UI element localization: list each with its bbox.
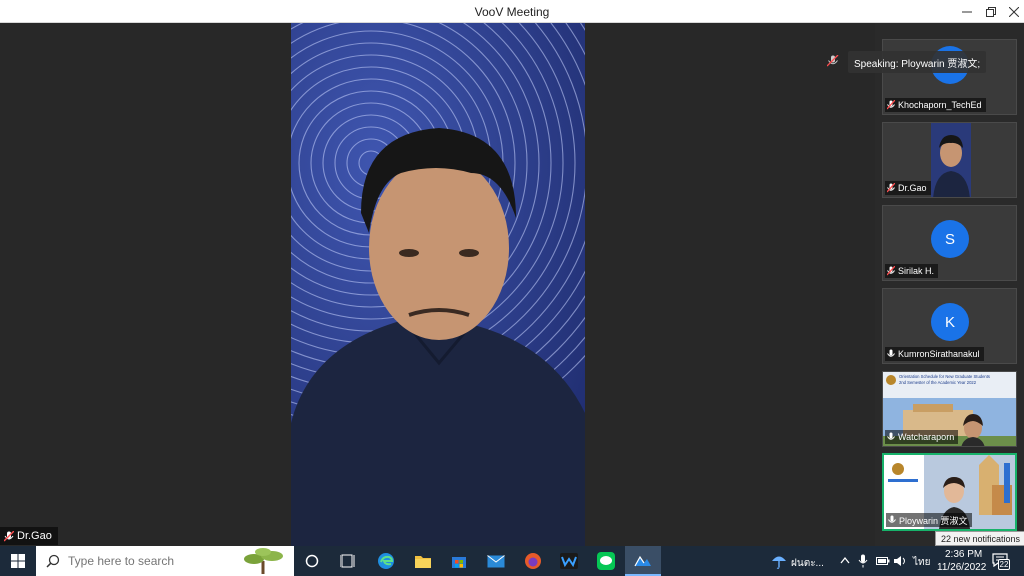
firefox-icon xyxy=(525,553,541,569)
speaker-name-label: Dr.Gao xyxy=(17,530,52,542)
participant-name-tag: KumronSirathanakul xyxy=(885,347,984,361)
mic-icon xyxy=(888,515,896,523)
university-logo xyxy=(886,375,896,385)
participant-name-tag: Sirilak H. xyxy=(885,264,939,278)
participant-tile[interactable]: Dr.Gao xyxy=(882,122,1017,198)
taskbar-search[interactable] xyxy=(36,546,294,576)
participant-avatar: K xyxy=(931,303,969,341)
task-view-button[interactable] xyxy=(330,546,366,576)
close-icon xyxy=(1009,6,1019,17)
participant-name-tag: Ploywarin 贾淑文 xyxy=(886,513,972,527)
line-app[interactable] xyxy=(588,546,624,576)
participant-name: Watcharaporn xyxy=(898,432,955,442)
word-icon xyxy=(560,553,578,569)
start-button[interactable] xyxy=(0,546,36,576)
mic-muted-icon xyxy=(887,183,895,193)
title-bar: VooV Meeting xyxy=(0,0,1024,23)
participant-tile[interactable]: S Sirilak H. xyxy=(882,205,1017,281)
participant-name: Sirilak H. xyxy=(898,266,935,276)
speaking-mic-icon xyxy=(827,55,839,67)
taskbar: ฝนตะ... ไทย 2:36 PM 11/26/2022 22 xyxy=(0,546,1024,576)
cortana-icon xyxy=(305,554,319,568)
notification-tooltip: 22 new notifications xyxy=(935,531,1024,546)
edge-app[interactable] xyxy=(368,546,404,576)
notification-count-badge: 22 xyxy=(998,559,1010,570)
restore-icon xyxy=(986,6,996,17)
close-button[interactable] xyxy=(1002,0,1024,23)
slide-subtitle: 2nd Semester of the Academic Year 2022 xyxy=(899,380,977,385)
chevron-up-icon[interactable] xyxy=(840,556,850,564)
weather-text[interactable]: ฝนตะ... xyxy=(791,556,824,571)
edge-icon xyxy=(378,553,394,569)
microphone-icon[interactable] xyxy=(858,554,868,568)
file-explorer-app[interactable] xyxy=(405,546,441,576)
task-view-icon xyxy=(340,554,355,568)
participant-name: Ploywarin 贾淑文 xyxy=(899,515,968,526)
participant-name-tag: Dr.Gao xyxy=(885,181,931,195)
clock-time[interactable]: 2:36 PM xyxy=(945,549,982,560)
mic-muted-icon xyxy=(887,100,895,110)
clock-date[interactable]: 11/26/2022 xyxy=(937,562,986,573)
cortana-button[interactable] xyxy=(294,546,330,576)
mic-muted-icon xyxy=(4,530,14,541)
mic-icon xyxy=(887,432,895,440)
minimize-icon xyxy=(962,11,972,12)
participant-avatar: S xyxy=(931,220,969,258)
mail-app[interactable] xyxy=(478,546,514,576)
participant-tile-active[interactable]: Ploywarin 贾淑文 xyxy=(882,453,1017,531)
main-video[interactable] xyxy=(291,23,585,546)
window-title: VooV Meeting xyxy=(474,5,550,19)
minimize-button[interactable] xyxy=(955,0,979,23)
voov-icon xyxy=(634,555,651,567)
speaker-name-tag: Dr.Gao xyxy=(0,527,58,545)
line-icon xyxy=(597,552,615,570)
mic-muted-icon xyxy=(887,266,895,276)
firefox-app[interactable] xyxy=(515,546,551,576)
weather-umbrella-icon[interactable] xyxy=(770,552,788,570)
store-icon xyxy=(452,557,466,568)
participant-tile[interactable]: K KumronSirathanakul xyxy=(882,288,1017,364)
word-app[interactable] xyxy=(551,546,587,576)
bonsai-tree-icon xyxy=(244,548,283,574)
volume-icon[interactable] xyxy=(893,555,907,567)
participant-name: Dr.Gao xyxy=(898,183,927,193)
windows-icon xyxy=(11,554,25,568)
participant-panel: Khochaporn_TechEd Dr.Gao S Sirilak H. K … xyxy=(875,23,1024,546)
participant-tile[interactable]: Orientation Schedule for New Graduate St… xyxy=(882,371,1017,447)
language-indicator[interactable]: ไทย xyxy=(913,555,930,570)
participant-name: KumronSirathanakul xyxy=(898,349,980,359)
participant-name-tag: Watcharaporn xyxy=(885,430,959,444)
folder-icon xyxy=(415,556,431,568)
restore-button[interactable] xyxy=(979,0,1003,23)
participant-name: Khochaporn_TechEd xyxy=(898,100,982,110)
slide-title: Orientation Schedule for New Graduate St… xyxy=(899,374,991,379)
action-center-button[interactable]: 22 xyxy=(990,551,1012,571)
mail-icon xyxy=(487,554,505,567)
speaking-indicator: Speaking: Ploywarin 贾淑文; xyxy=(848,51,987,73)
main-stage: Dr.Gao xyxy=(0,23,875,546)
mic-icon xyxy=(887,349,895,357)
battery-icon[interactable] xyxy=(876,555,890,567)
participant-name-tag: Khochaporn_TechEd xyxy=(885,98,986,112)
search-input[interactable] xyxy=(68,554,238,568)
search-icon xyxy=(46,554,60,568)
speaker-video-image xyxy=(291,23,585,546)
scrollbar[interactable] xyxy=(1004,463,1010,503)
voov-meeting-app[interactable] xyxy=(625,546,661,576)
store-app[interactable] xyxy=(441,546,477,576)
